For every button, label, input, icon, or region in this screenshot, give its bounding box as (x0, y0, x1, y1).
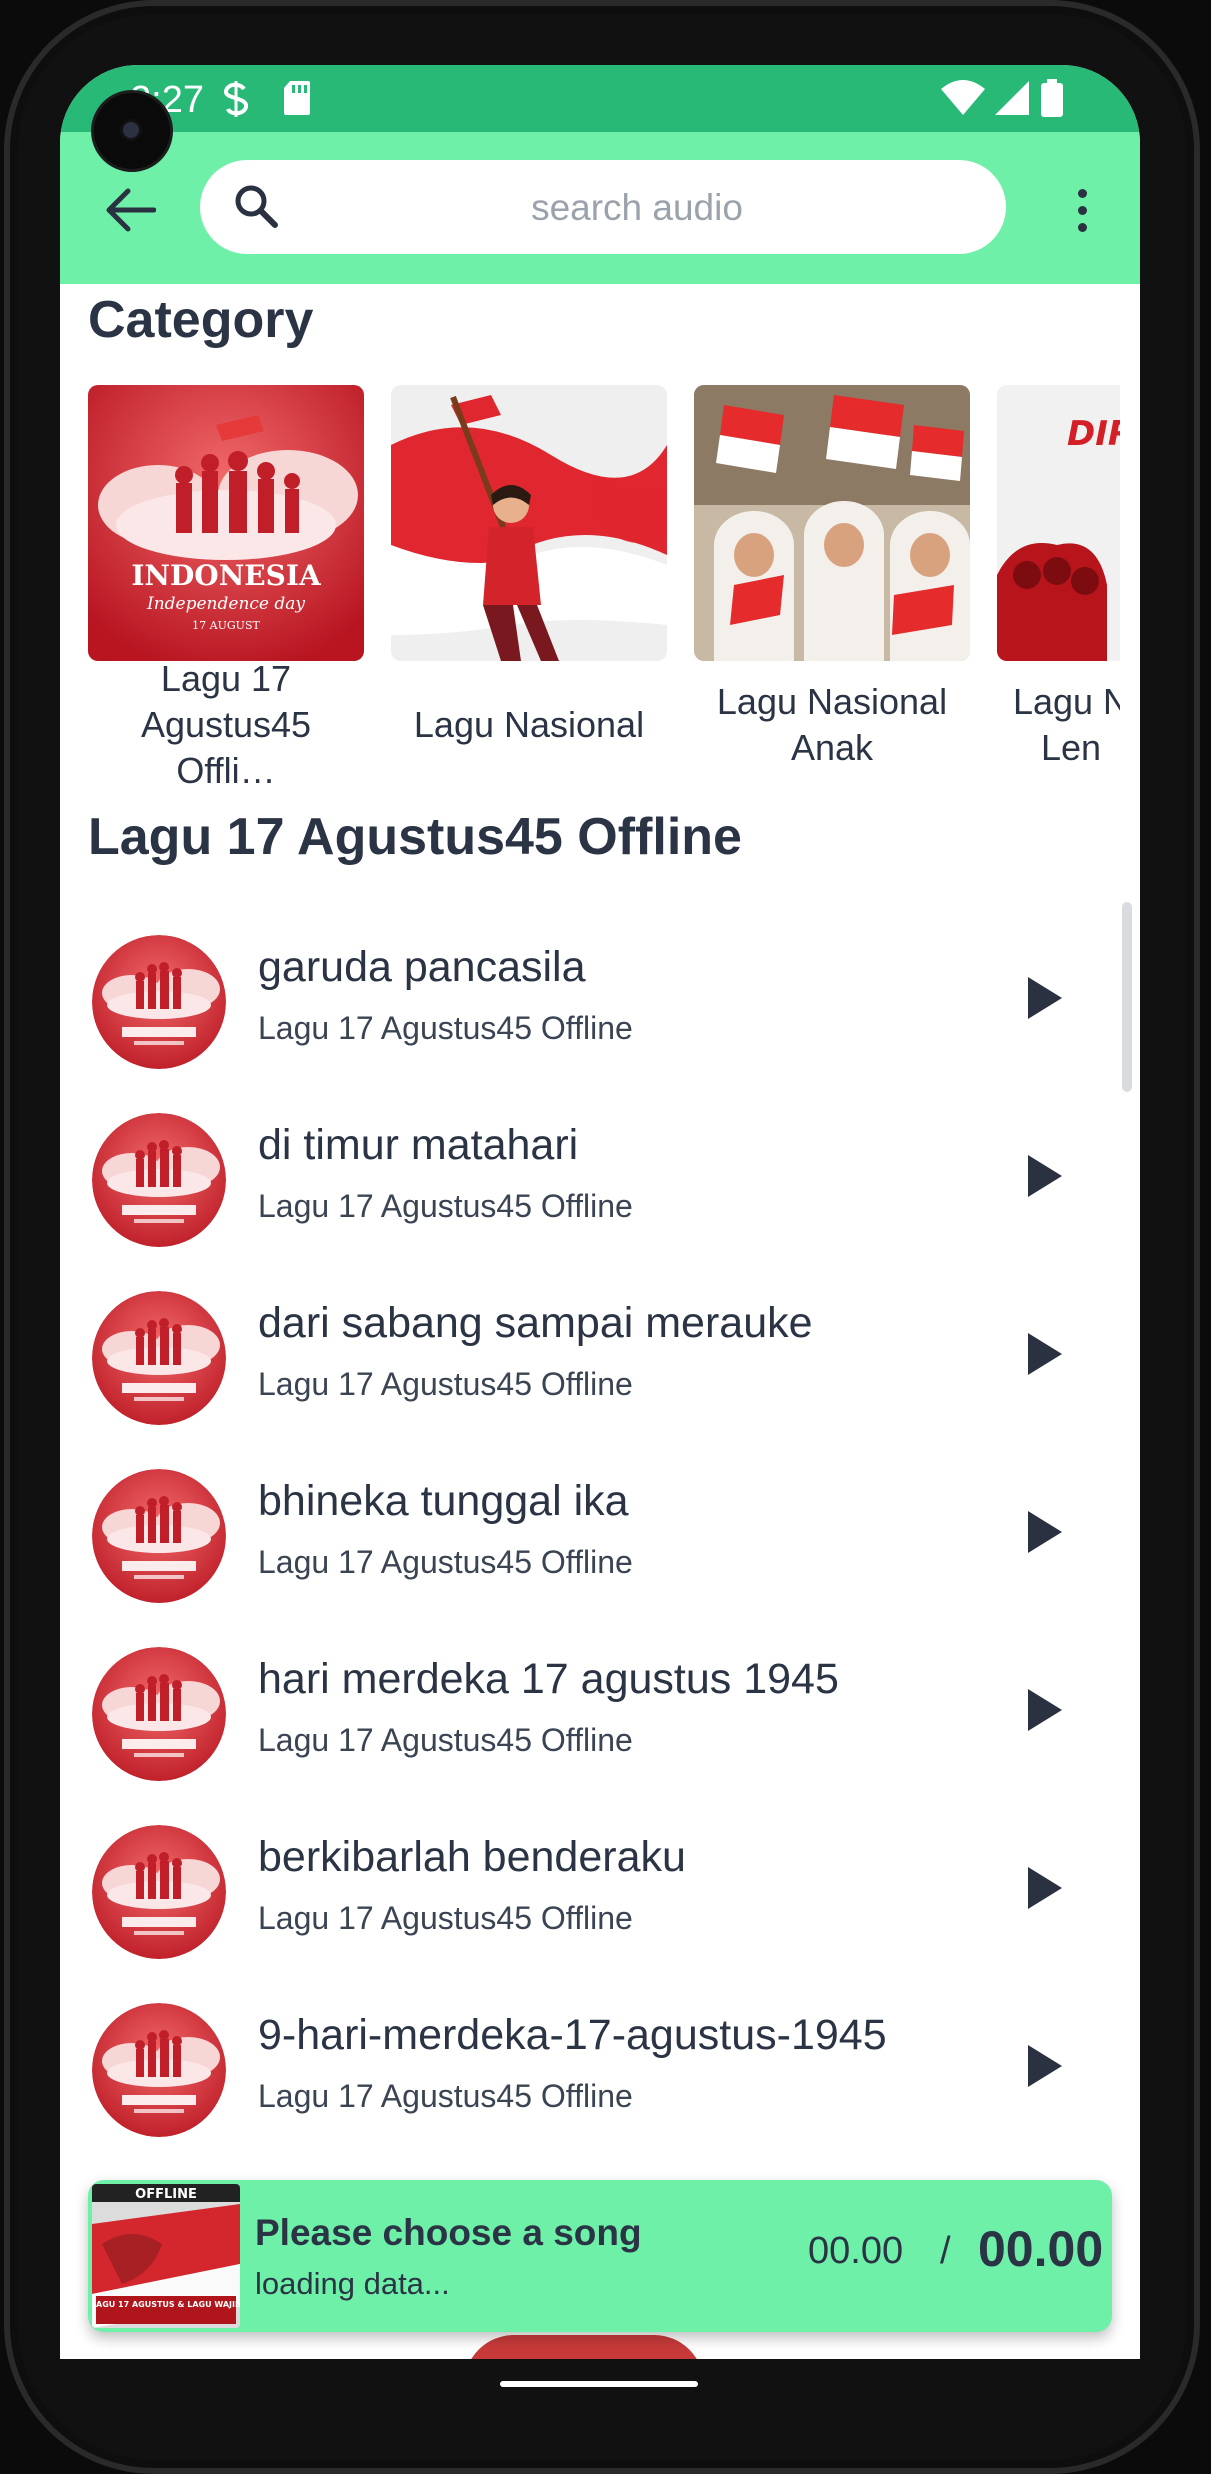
song-album: Lagu 17 Agustus45 Offline (258, 1366, 633, 1402)
play-icon[interactable] (1022, 2041, 1066, 2091)
cell-signal-icon (995, 81, 1029, 115)
wifi-icon (941, 80, 985, 115)
song-album: Lagu 17 Agustus45 Offline (258, 1010, 633, 1046)
player-title: Please choose a song (255, 2212, 642, 2253)
independence-day-icon (92, 935, 226, 1069)
independence-day-icon (92, 1647, 226, 1781)
front-camera (94, 93, 170, 169)
song-row[interactable]: hari merdeka 17 agustus 1945 Lagu 17 Agu… (60, 1627, 1140, 1805)
song-thumbnail (92, 1825, 226, 1959)
home-indicator[interactable] (500, 2381, 698, 2387)
category-carousel: INDONESIA Independence day 17 AUGUST Lag… (88, 385, 1120, 845)
song-title: bhineka tunggal ika (258, 1477, 629, 1525)
dots-vertical-icon (1077, 188, 1087, 198)
sd-card-icon (284, 81, 310, 115)
dot (1077, 222, 1087, 232)
children-flags-photo (694, 385, 970, 661)
category-card[interactable]: Lagu Nasional Anak (694, 385, 970, 771)
category-card[interactable]: Lagu Nasional (391, 385, 667, 771)
list-scrollbar[interactable] (1122, 902, 1132, 1092)
category-label: Lagu 17 Agustus45 Offli… (140, 658, 312, 791)
arrow-left-icon (106, 188, 156, 232)
independence-day-art: INDONESIA Independence day 17 AUGUST (88, 385, 364, 661)
dot (1077, 205, 1087, 215)
sync-status-icon (224, 81, 248, 117)
category-image-anak (694, 385, 970, 661)
song-album: Lagu 17 Agustus45 Offline (258, 1544, 633, 1580)
song-thumbnail (92, 935, 226, 1069)
overflow-menu-button[interactable] (1062, 180, 1102, 240)
category-card[interactable]: DIR REPU INDO Lagu N Len (997, 385, 1120, 771)
category-label: Lagu Nasional (413, 704, 645, 745)
song-row[interactable]: garuda pancasila Lagu 17 Agustus45 Offli… (60, 915, 1140, 1093)
independence-day-icon (92, 1825, 226, 1959)
category-label: Lagu Nasional Anak (716, 681, 948, 768)
play-icon[interactable] (1022, 973, 1066, 1023)
play-icon[interactable] (1022, 1151, 1066, 1201)
category-card[interactable]: INDONESIA Independence day 17 AUGUST Lag… (88, 385, 364, 791)
background-art-peek (464, 2335, 704, 2359)
art-title: INDONESIA (131, 559, 322, 592)
song-title: berkibarlah benderaku (258, 1833, 686, 1881)
category-image-lenong: DIR REPU INDO (997, 385, 1120, 661)
category-label: Lagu N Len (1012, 681, 1120, 768)
cover-bottom-text: LAGU 17 AGUSTUS & LAGU WAJIB (92, 2300, 240, 2309)
song-title: dari sabang sampai merauke (258, 1299, 813, 1347)
play-icon[interactable] (1022, 1329, 1066, 1379)
search-box[interactable] (200, 160, 1006, 256)
app-screen: 2:27 search audio Category INDONESIA Ind… (60, 65, 1140, 2359)
time-separator: / (940, 2230, 951, 2272)
current-time: 00.00 (808, 2230, 904, 2272)
song-title: hari merdeka 17 agustus 1945 (258, 1655, 839, 1703)
total-time: 00.00 (978, 2221, 1104, 2277)
player-artwork: OFFLINE LAGU 17 AGUSTUS & LAGU WAJIB (92, 2184, 240, 2328)
mini-player[interactable]: OFFLINE LAGU 17 AGUSTUS & LAGU WAJIB Ple… (88, 2180, 1112, 2332)
category-title: Category (88, 291, 314, 349)
app-bar (60, 132, 1140, 284)
song-thumbnail (92, 1647, 226, 1781)
player-cover-art: OFFLINE LAGU 17 AGUSTUS & LAGU WAJIB (92, 2184, 240, 2328)
back-button[interactable] (100, 180, 160, 240)
independence-day-icon (92, 1469, 226, 1603)
song-thumbnail (92, 1291, 226, 1425)
song-thumbnail (92, 2003, 226, 2137)
song-album: Lagu 17 Agustus45 Offline (258, 2078, 633, 2114)
song-list-title: Lagu 17 Agustus45 Offline (88, 808, 742, 866)
song-row[interactable]: berkibarlah benderaku Lagu 17 Agustus45 … (60, 1805, 1140, 1983)
category-image-nasional (391, 385, 667, 661)
cover-top-text: OFFLINE (135, 2187, 197, 2202)
play-icon[interactable] (1022, 1863, 1066, 1913)
song-title: garuda pancasila (258, 943, 586, 991)
song-thumbnail (92, 1469, 226, 1603)
song-row[interactable]: 9-hari-merdeka-17-agustus-1945 Lagu 17 A… (60, 1983, 1140, 2161)
song-thumbnail (92, 1113, 226, 1247)
play-icon[interactable] (1022, 1685, 1066, 1735)
art-script: Independence day (146, 594, 305, 614)
category-image-independence: INDONESIA Independence day 17 AUGUST (88, 385, 364, 661)
art-date: 17 AUGUST (192, 619, 260, 632)
player-status: loading data... (255, 2266, 450, 2301)
search-icon (235, 185, 278, 228)
song-album: Lagu 17 Agustus45 Offline (258, 1188, 633, 1224)
independence-day-icon (92, 2003, 226, 2137)
fist-poster-art: DIR REPU INDO (997, 385, 1120, 661)
flag-waver-art (391, 385, 667, 661)
song-album: Lagu 17 Agustus45 Offline (258, 1900, 633, 1936)
song-row[interactable]: di timur matahari Lagu 17 Agustus45 Offl… (60, 1093, 1140, 1271)
song-title: 9-hari-merdeka-17-agustus-1945 (258, 2011, 887, 2059)
song-row[interactable]: dari sabang sampai merauke Lagu 17 Agust… (60, 1271, 1140, 1449)
status-bar: 2:27 (60, 65, 1140, 132)
song-row[interactable]: bhineka tunggal ika Lagu 17 Agustus45 Of… (60, 1449, 1140, 1627)
play-icon[interactable] (1022, 1507, 1066, 1557)
battery-icon (1041, 79, 1063, 117)
independence-day-icon (92, 1291, 226, 1425)
song-title: di timur matahari (258, 1121, 579, 1169)
poster-text: DIR REPU INDO (1067, 414, 1120, 454)
search-input[interactable] (290, 160, 984, 256)
independence-day-icon (92, 1113, 226, 1247)
song-album: Lagu 17 Agustus45 Offline (258, 1722, 633, 1758)
